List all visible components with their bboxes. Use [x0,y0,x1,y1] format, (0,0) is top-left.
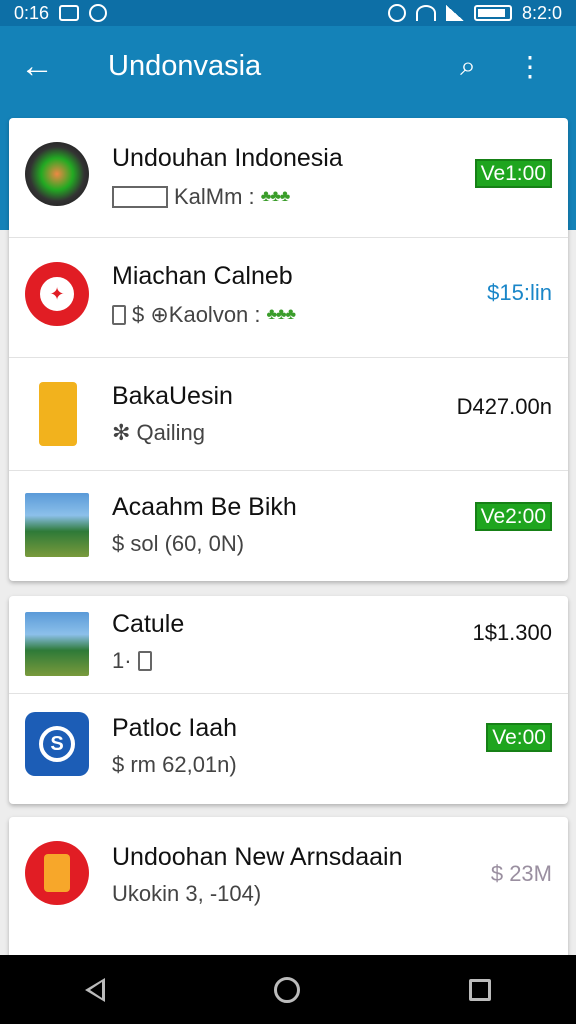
list-item[interactable]: S Patloc Iaah $ rm 62,01n) Ve:00 [9,694,568,804]
status-time: 0:16 [14,2,50,23]
item-sub-text: $ ⊕Kaolvon : [132,302,261,327]
list-item[interactable]: Catule 1· 1$1.300 [9,596,568,694]
item-subtitle: $ ⊕Kaolvon : ♣♣♣ [112,302,296,328]
nav-home-icon[interactable] [273,976,300,1003]
item-name: Catule [112,610,185,638]
list-card: Undouhan Indonesia KalMm : ♣♣♣ Ve1:00 ✦ … [9,118,568,581]
s-letter-icon: S [39,726,75,762]
document-icon [137,651,152,671]
item-sub-text: $ sol (60, 0N) [112,531,245,556]
item-name: BakaUesin [112,382,233,410]
photo-thumbnail-icon [25,612,89,676]
sync-notification-icon [89,4,108,22]
nav-recents-icon[interactable] [469,978,492,1001]
list-item[interactable]: Acaahm Be Bikh $ sol (60, 0N) Ve2:00 [9,471,568,581]
item-name: Undouhan Indonesia [112,144,343,172]
item-sub-text: $ rm 62,01n) [112,752,237,777]
item-sub-text: 1· [112,648,132,673]
price-badge: Ve1:00 [474,159,552,188]
search-icon[interactable]: ⌕ [452,50,484,83]
yellow-document-icon [39,382,77,446]
system-nav-bar [0,955,576,1024]
app-bar: ← Undonvasia ⌕ ⋮ [0,26,576,106]
item-sub-text: Ukokin 3, -104) [112,881,262,906]
back-arrow-icon[interactable]: ← [20,49,60,83]
item-name: Acaahm Be Bikh [112,493,297,521]
red-phone-icon [25,841,89,905]
item-subtitle: ✻ Qailing [112,420,205,446]
item-price: D427.00n [456,394,552,419]
list-item[interactable]: ✦ Miachan Calneb $ ⊕Kaolvon : ♣♣♣ $15:li… [9,238,568,358]
list-item[interactable]: Undoohan New Arnsdaain Ukokin 3, -104) $… [9,817,568,939]
document-icon [112,305,126,325]
item-subtitle: 1· [112,648,152,674]
rating-icons: ♣♣♣ [260,188,290,205]
more-options-icon[interactable]: ⋮ [514,50,546,83]
blue-s-icon: S [25,712,89,776]
item-name: Patloc Iaah [112,714,238,742]
item-name: Undoohan New Arnsdaain [112,843,403,871]
item-price: Ve1:00 [474,159,552,188]
list-item[interactable]: BakaUesin ✻ Qailing D427.00n [9,358,568,471]
item-name: Miachan Calneb [112,262,293,290]
signal-icon [445,5,464,21]
item-subtitle: $ sol (60, 0N) [112,531,244,557]
item-price: Ve:00 [486,723,552,752]
item-sub-text: ✻ Qailing [112,420,206,445]
price-badge: Ve2:00 [474,502,552,531]
list-card: Undoohan New Arnsdaain Ukokin 3, -104) $… [9,817,568,967]
status-clock: 8:2:0 [521,2,562,23]
list-card: Catule 1· 1$1.300 S Patloc Iaah $ rm 62,… [9,596,568,804]
nav-back-icon[interactable] [84,977,105,1002]
status-right: 8:2:0 [387,2,562,24]
red-emblem-icon: ✦ [25,262,89,326]
item-subtitle: KalMm : ♣♣♣ [112,184,290,210]
item-subtitle: $ rm 62,01n) [112,752,237,778]
status-bar: 0:16 8:2:0 [0,0,576,26]
photo-thumbnail-icon [25,493,89,557]
phone-glyph-icon [44,854,70,892]
item-price: $ 23M [490,861,552,886]
status-left: 0:16 [14,2,108,24]
colorful-circle-icon [25,142,89,206]
item-sub-text: KalMm : [174,184,255,209]
item-price: $15:lin [487,280,552,305]
image-notification-icon [59,5,80,21]
rating-icons: ♣♣♣ [266,306,296,323]
page-title: Undonvasia [108,49,262,82]
price-badge: Ve:00 [486,723,552,752]
vibrate-icon [387,4,406,22]
emblem-star-icon: ✦ [37,274,77,314]
battery-icon [473,5,512,21]
item-subtitle: Ukokin 3, -104) [112,881,261,907]
list-item[interactable]: Undouhan Indonesia KalMm : ♣♣♣ Ve1:00 [9,118,568,238]
item-price: 1$1.300 [472,620,552,645]
item-price: Ve2:00 [474,502,552,531]
table-icon [112,186,168,208]
wifi-icon [415,5,436,21]
